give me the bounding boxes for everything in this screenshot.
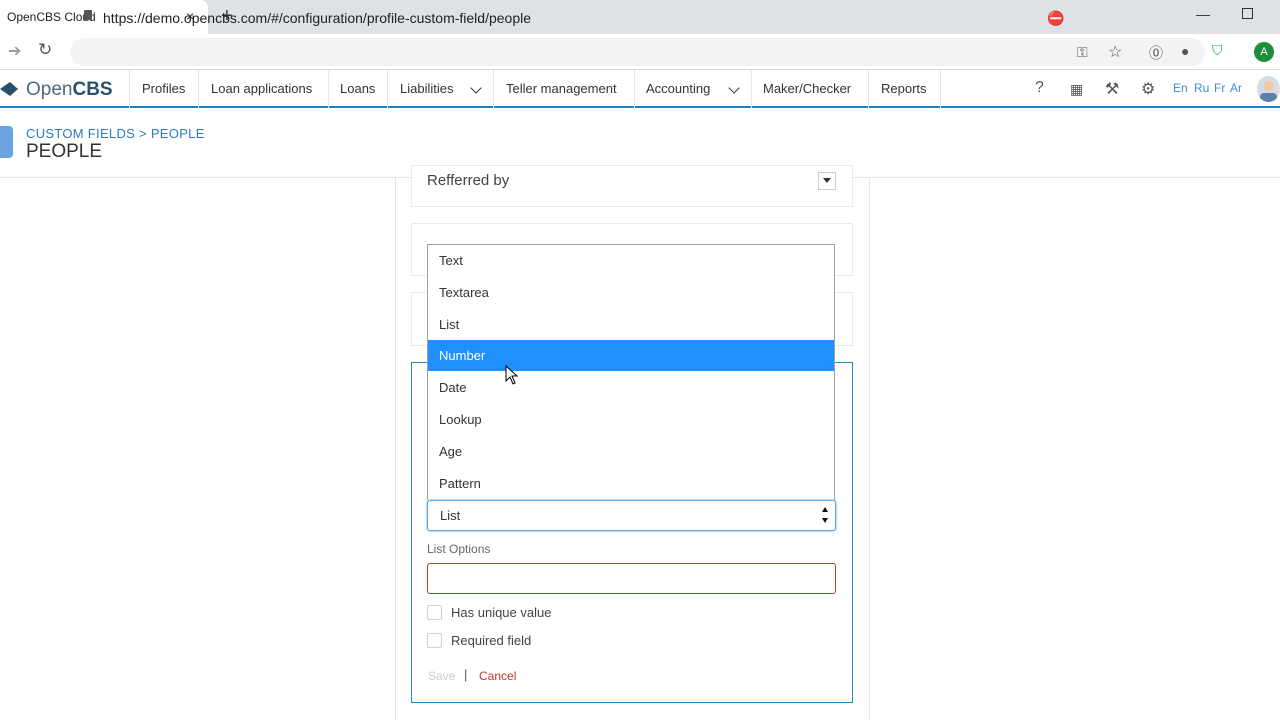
nav-accounting[interactable]: Accounting xyxy=(646,81,710,96)
app-logo[interactable]: OpenCBS xyxy=(26,79,113,101)
blocked-icon[interactable]: ⛔ xyxy=(1047,10,1064,27)
required-field-checkbox[interactable] xyxy=(427,633,442,648)
reload-icon[interactable]: ↻ xyxy=(38,40,52,60)
option-list[interactable]: List xyxy=(428,309,834,340)
nav-divider xyxy=(493,70,494,108)
option-date[interactable]: Date xyxy=(428,372,834,403)
nav-divider xyxy=(387,70,388,108)
column-border xyxy=(395,178,396,720)
action-separator: | xyxy=(464,667,468,682)
star-icon[interactable]: ☆ xyxy=(1108,42,1122,62)
nav-loans[interactable]: Loans xyxy=(340,81,375,96)
lang-ar[interactable]: Ar xyxy=(1230,81,1242,95)
minimize-icon[interactable]: — xyxy=(1196,6,1210,22)
nav-divider xyxy=(198,70,199,108)
gear-icon[interactable]: ⚙ xyxy=(1141,79,1155,99)
has-unique-value-checkbox[interactable] xyxy=(427,605,442,620)
user-avatar-icon xyxy=(1260,81,1277,102)
has-unique-value-label: Has unique value xyxy=(451,605,552,620)
forward-icon[interactable]: ➔ xyxy=(8,41,21,61)
nav-divider xyxy=(129,70,130,108)
list-options-label: List Options xyxy=(427,542,491,556)
mouse-cursor-icon xyxy=(505,365,519,385)
logo-open: Open xyxy=(26,79,73,100)
nav-divider xyxy=(328,70,329,108)
nav-loan-applications[interactable]: Loan applications xyxy=(211,81,312,96)
help-icon[interactable]: ? xyxy=(1035,79,1044,97)
lang-en[interactable]: En xyxy=(1173,81,1188,95)
required-field-label: Required field xyxy=(451,633,532,648)
nav-liabilities[interactable]: Liabilities xyxy=(400,81,453,96)
caret-down-icon xyxy=(823,178,831,183)
lang-ru[interactable]: Ru xyxy=(1194,81,1209,95)
option-lookup[interactable]: Lookup xyxy=(428,404,834,435)
shield-icon[interactable]: ⛉ xyxy=(1212,42,1223,59)
nav-divider xyxy=(868,70,869,108)
nav-reports[interactable]: Reports xyxy=(881,81,927,96)
skype-icon[interactable]: ⓪ xyxy=(1149,43,1163,63)
restore-icon[interactable] xyxy=(1242,8,1253,19)
key-icon[interactable]: ⚿ xyxy=(1077,44,1088,61)
field-card-label: Refferred by xyxy=(427,172,510,189)
option-age[interactable]: Age xyxy=(428,436,834,467)
url-field[interactable] xyxy=(70,38,1205,66)
column-border xyxy=(869,178,870,720)
option-textarea[interactable]: Textarea xyxy=(428,277,834,308)
option-number[interactable]: Number xyxy=(428,340,834,371)
option-pattern[interactable]: Pattern xyxy=(428,468,834,499)
select-down-arrow-icon xyxy=(822,518,828,523)
opencbs-logo-icon xyxy=(0,82,18,96)
field-type-select[interactable] xyxy=(427,500,836,531)
nav-divider xyxy=(634,70,635,108)
nav-divider xyxy=(751,70,752,108)
field-type-value: List xyxy=(440,508,461,523)
calendar-icon[interactable]: ▦ xyxy=(1070,81,1083,98)
nav-teller-management[interactable]: Teller management xyxy=(506,81,617,96)
select-up-arrow-icon xyxy=(822,507,828,512)
address-bar-row: ➔ ↻ xyxy=(0,34,1280,70)
save-button[interactable]: Save xyxy=(428,669,455,683)
lang-fr[interactable]: Fr xyxy=(1214,81,1225,95)
nav-divider xyxy=(940,70,941,108)
app-header xyxy=(0,70,1280,108)
page-title: PEOPLE xyxy=(26,141,103,162)
option-text[interactable]: Text xyxy=(428,245,834,276)
cancel-button[interactable]: Cancel xyxy=(479,669,516,683)
user-avatar[interactable] xyxy=(1257,76,1280,102)
browser-profile-avatar[interactable]: A xyxy=(1254,42,1274,62)
tab-title: OpenCBS Cloud xyxy=(7,10,96,24)
breadcrumb[interactable]: CUSTOM FIELDS > PEOPLE xyxy=(26,126,205,141)
nav-profiles[interactable]: Profiles xyxy=(142,81,185,96)
logo-cbs: CBS xyxy=(72,79,113,100)
lock-icon xyxy=(84,10,92,20)
url-text: https://demo.opencbs.com/#/configuration… xyxy=(103,10,532,26)
wrench-icon[interactable]: ⚒ xyxy=(1105,79,1119,99)
extension-circle-icon[interactable]: ● xyxy=(1181,43,1189,59)
nav-maker-checker[interactable]: Maker/Checker xyxy=(763,81,851,96)
people-icon xyxy=(0,126,13,158)
list-options-input[interactable] xyxy=(427,563,836,594)
